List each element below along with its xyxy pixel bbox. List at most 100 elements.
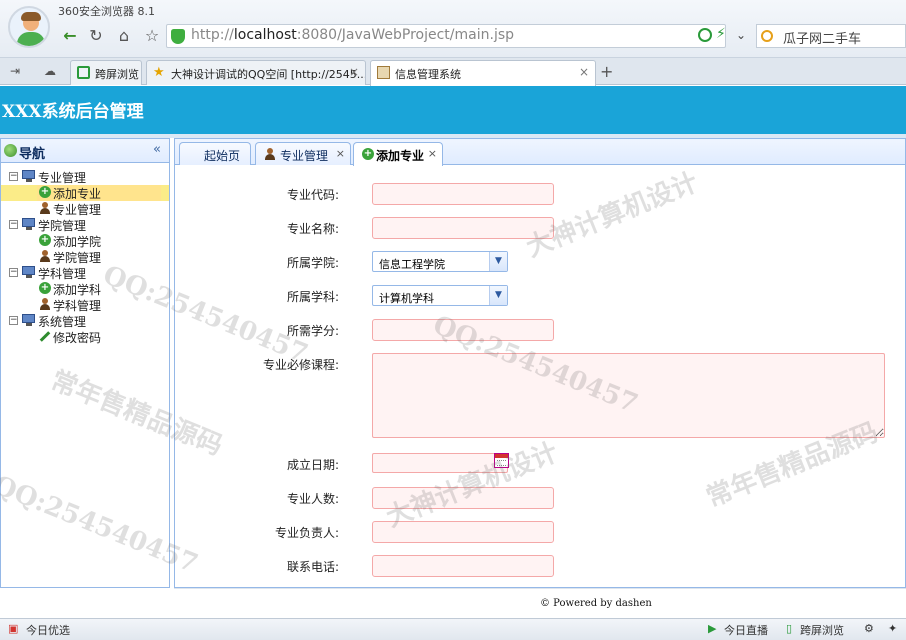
close-icon[interactable]: × (336, 147, 345, 160)
courses-textarea[interactable] (372, 353, 885, 438)
user-icon (39, 202, 51, 214)
tree-item-add-college[interactable]: + 添加学院 (1, 233, 169, 249)
tab-cross-screen[interactable]: 跨屏浏览 (70, 60, 142, 85)
computer-icon (22, 314, 37, 326)
computer-icon (22, 170, 37, 182)
tree-group-subject[interactable]: − 学科管理 (1, 265, 169, 281)
content-tabbar: 起始页 专业管理 × + 添加专业 × (175, 139, 905, 166)
cloud-icon[interactable]: ☁ (44, 64, 56, 78)
credit-input[interactable] (372, 319, 554, 341)
app-title: XXX系统后台管理 (2, 102, 144, 122)
form-row-courses: 专业必修课程: (175, 353, 905, 441)
tab-add-major[interactable]: + 添加专业 × (353, 142, 443, 166)
browser-title: 360安全浏览器 8.1 (58, 5, 155, 18)
add-icon: + (39, 282, 51, 294)
computer-icon (22, 218, 37, 230)
search-input[interactable]: 瓜子网二手车 (756, 24, 906, 48)
close-icon[interactable]: × (349, 65, 359, 79)
form-row-count: 专业人数: (175, 487, 905, 511)
subject-select[interactable]: 计算机学科 ▼ (372, 285, 508, 306)
computer-icon (22, 266, 37, 278)
collapse-toggle-icon[interactable]: − (9, 172, 18, 181)
user-icon (39, 298, 51, 310)
app-header: XXX系统后台管理 (0, 86, 906, 134)
add-icon: + (362, 148, 374, 160)
tab-qq-space[interactable]: ★ 大神设计调试的QQ空间 [http://2545... × (146, 60, 366, 85)
sidebar-header: 导航 « (1, 139, 169, 163)
sidebar-title: 导航 (19, 147, 46, 162)
chevron-down-icon[interactable]: ▼ (489, 252, 507, 271)
collapse-toggle-icon[interactable]: − (9, 220, 18, 229)
star-icon: ★ (153, 65, 165, 80)
user-icon (264, 148, 276, 160)
tree-item-change-password[interactable]: 修改密码 (1, 329, 169, 345)
collapse-toggle-icon[interactable]: − (9, 316, 18, 325)
refresh-icon[interactable]: ↻ (86, 26, 106, 46)
calendar-icon[interactable] (494, 453, 509, 468)
tree-item-subject-manage[interactable]: 学科管理 (1, 297, 169, 313)
new-tab-button[interactable]: + (600, 62, 613, 81)
play-icon[interactable]: ▶ (708, 622, 716, 635)
back-arrow-icon[interactable]: ← (60, 26, 80, 46)
footer-text: © Powered by dashen (540, 598, 652, 609)
chevron-down-icon[interactable]: ⌄ (736, 28, 746, 42)
user-avatar[interactable] (8, 6, 50, 48)
status-today-picks[interactable]: 今日优选 (26, 622, 70, 638)
form-row-credit: 所需学分: (175, 319, 905, 343)
browser-statusbar: ▣ 今日优选 ▶ 今日直播 ▯ 跨屏浏览 ⚙ ✦ (0, 618, 906, 640)
page-footer: © Powered by dashen (174, 588, 906, 618)
settings-icon[interactable]: ⚙ (864, 622, 874, 635)
tab-info-system[interactable]: 信息管理系统 × (370, 60, 596, 86)
tab-major-manage[interactable]: 专业管理 × (255, 142, 351, 165)
form-row-name: 专业名称: (175, 217, 905, 241)
url-text[interactable]: http://localhost:8080/JavaWebProject/mai… (191, 27, 514, 43)
form-row-subject: 所属学科: 计算机学科 ▼ (175, 285, 905, 309)
form-row-leader: 专业负责人: (175, 521, 905, 545)
collapse-toggle-icon[interactable]: − (9, 268, 18, 277)
major-code-input[interactable] (372, 183, 554, 205)
form-row-code: 专业代码: (175, 183, 905, 207)
pin-icon[interactable]: ✦ (888, 622, 897, 635)
form-row-college: 所属学院: 信息工程学院 ▼ (175, 251, 905, 275)
close-icon[interactable]: × (428, 147, 437, 160)
college-select[interactable]: 信息工程学院 ▼ (372, 251, 508, 272)
form-row-date: 成立日期: (175, 453, 905, 477)
nav-sidebar: 导航 « − 专业管理 + 添加专业 专业管理 − 学院管理 + 添加学院 学院 (0, 138, 170, 588)
tree-group-system[interactable]: − 系统管理 (1, 313, 169, 329)
founded-date-input[interactable] (372, 453, 508, 473)
main-content: 起始页 专业管理 × + 添加专业 × 专业代码: 专业名称: 所属学院: 信息… (174, 138, 906, 588)
close-icon[interactable]: × (579, 65, 589, 79)
browser-tabbar: ⇥ ☁ 跨屏浏览 ★ 大神设计调试的QQ空间 [http://2545... ×… (0, 58, 906, 86)
home-icon[interactable]: ⌂ (114, 26, 134, 46)
lightning-icon[interactable]: ⚡ (716, 26, 726, 42)
bag-icon[interactable]: ▣ (8, 622, 18, 635)
tree-group-major[interactable]: − 专业管理 (1, 169, 169, 185)
tree-item-major-manage[interactable]: 专业管理 (1, 201, 169, 217)
tab-start-page[interactable]: 起始页 (179, 142, 251, 165)
status-live[interactable]: 今日直播 (724, 622, 768, 638)
status-cross-screen[interactable]: 跨屏浏览 (800, 622, 844, 638)
tree-group-college[interactable]: − 学院管理 (1, 217, 169, 233)
tree-item-add-subject[interactable]: + 添加学科 (1, 281, 169, 297)
phone-input[interactable] (372, 555, 554, 577)
address-bar[interactable]: http://localhost:8080/JavaWebProject/mai… (166, 24, 726, 48)
extension-icon[interactable] (698, 28, 712, 42)
shield-icon (171, 29, 185, 44)
collapse-icon[interactable]: « (153, 142, 161, 157)
pencil-icon (39, 330, 51, 342)
tree-item-college-manage[interactable]: 学院管理 (1, 249, 169, 265)
leader-input[interactable] (372, 521, 554, 543)
phone-icon (77, 66, 90, 79)
sidebar-toggle-icon[interactable]: ⇥ (10, 64, 20, 78)
page-icon (377, 66, 390, 79)
add-icon: + (39, 234, 51, 246)
user-icon (39, 250, 51, 262)
star-icon[interactable]: ☆ (142, 26, 162, 46)
student-count-input[interactable] (372, 487, 554, 509)
major-name-input[interactable] (372, 217, 554, 239)
chevron-down-icon[interactable]: ▼ (489, 286, 507, 305)
nav-tree: − 专业管理 + 添加专业 专业管理 − 学院管理 + 添加学院 学院管理 − (1, 169, 169, 345)
tree-item-add-major[interactable]: + 添加专业 (1, 185, 169, 201)
phone-icon[interactable]: ▯ (786, 622, 792, 635)
search-icon (761, 30, 773, 42)
